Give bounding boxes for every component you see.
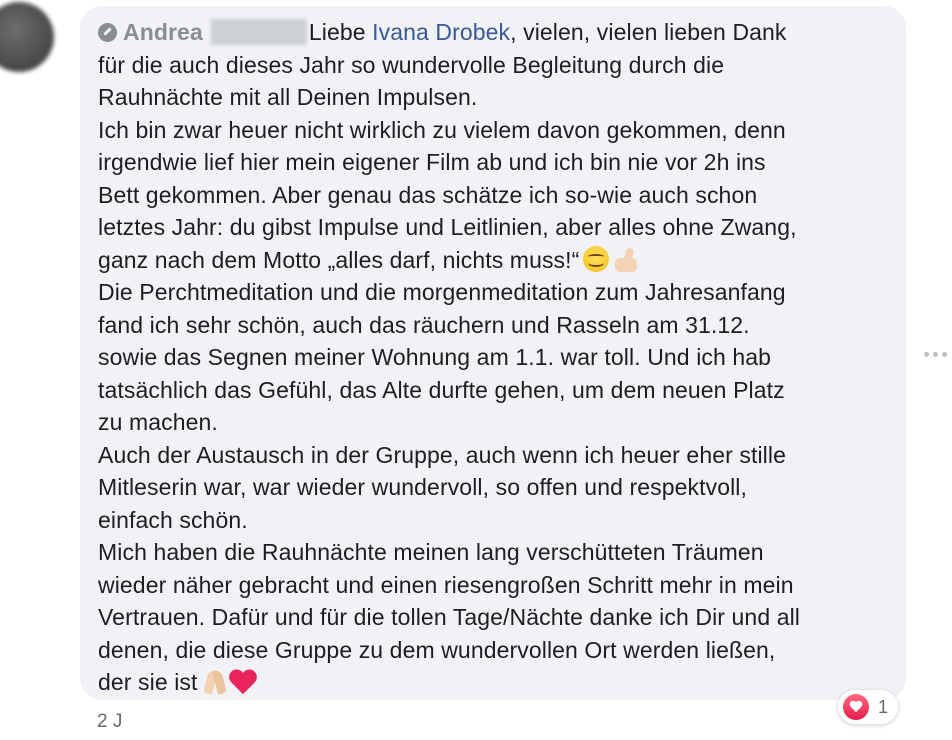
comment-text: der sie ist [98, 669, 198, 695]
comment-text: letztes Jahr: du gibst Impulse und Leitl… [98, 214, 797, 240]
comment-text: Die Perchtmeditation und die morgenmedit… [98, 279, 786, 305]
love-reaction-icon [843, 694, 869, 720]
comment-text: , vielen, vielen lieben Dank [510, 19, 787, 45]
reactions-summary[interactable]: 1 [838, 690, 899, 724]
mention-link[interactable]: Ivana Drobek [372, 19, 510, 45]
dot [933, 352, 938, 357]
comment-first-line: Andrea Liebe Ivana Drobek, vielen, vielen… [98, 16, 890, 49]
smiling-face-icon [583, 245, 610, 272]
more-options-icon[interactable] [924, 352, 947, 357]
comment-text: Mich haben die Rauhnächte meinen lang ve… [98, 539, 764, 565]
reaction-count: 1 [878, 696, 889, 717]
comment-text: Vertrauen. Dafür und für die tollen Tage… [98, 604, 801, 630]
comment-thread: Andrea Liebe Ivana Drobek, vielen, vielen… [0, 0, 952, 740]
comment-text: zu machen. [98, 409, 218, 435]
comment-text: denen, die diese Gruppe zu dem wundervol… [98, 636, 776, 663]
author-name[interactable]: Andrea [123, 19, 203, 45]
avatar[interactable] [0, 2, 54, 72]
comment-text: für die auch dieses Jahr so wundervolle … [98, 51, 725, 78]
comment-text: Rauhnächte mit all Deinen Impulsen. [98, 84, 478, 110]
comment-line-with-emoji: der sie ist [98, 666, 890, 699]
comment-text: irgendwie lief hier mein eigener Film ab… [98, 149, 766, 175]
comment-text: Bett gekommen. Aber genau das schätze ic… [98, 181, 758, 208]
comment-text: Liebe [308, 19, 373, 45]
folded-hands-icon [202, 668, 228, 694]
comment-text: ganz nach dem Motto „alles darf, nichts … [98, 246, 580, 273]
redacted-surname [210, 19, 307, 45]
comment-text: fand ich sehr schön, auch das räuchern u… [98, 311, 750, 338]
comment-text: Auch der Austausch in der Gruppe, auch w… [98, 441, 786, 468]
thumbs-up-icon [613, 246, 639, 272]
sparkling-heart-icon [228, 668, 260, 694]
comment-text: wieder näher gebracht und einen riesengr… [98, 571, 794, 598]
comment-text: einfach schön. [98, 506, 248, 533]
comment-bubble: Andrea Liebe Ivana Drobek, vielen, vielen… [80, 6, 906, 700]
dot [924, 352, 929, 357]
comment-timestamp[interactable]: 2 J [97, 711, 122, 733]
comment-text: Mitleserin war, war wieder wundervoll, s… [98, 474, 747, 500]
comment-line-with-emoji: ganz nach dem Motto „alles darf, nichts … [98, 244, 890, 277]
dot [942, 352, 947, 357]
badge-icon [98, 23, 117, 42]
comment-text: sowie das Segnen meiner Wohnung am 1.1. … [98, 344, 772, 370]
comment-text: tatsächlich das Gefühl, das Alte durfte … [98, 376, 785, 403]
comment-text: Ich bin zwar heuer nicht wirklich zu vie… [98, 116, 786, 143]
